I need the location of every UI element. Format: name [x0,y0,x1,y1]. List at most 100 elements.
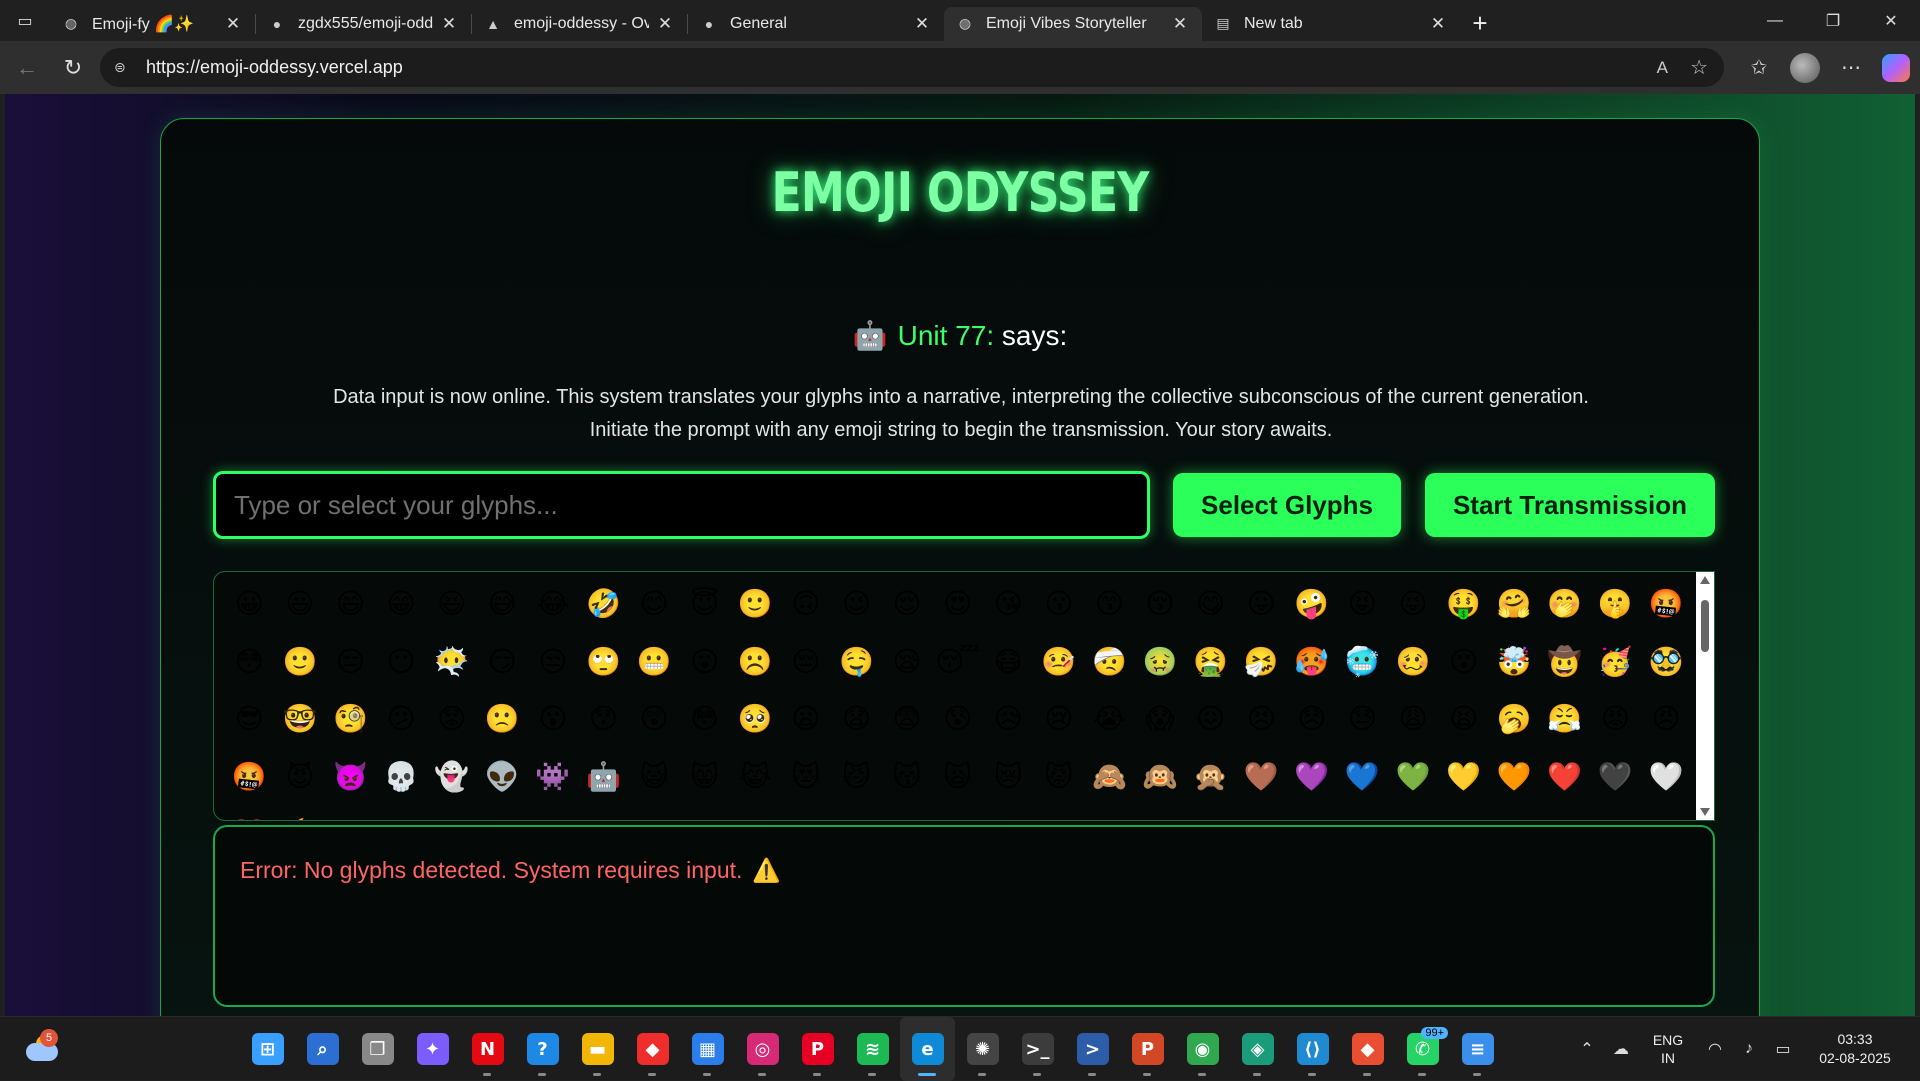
emoji-option[interactable]: 😽 [882,759,933,795]
spotify-icon[interactable]: ≋ [845,1017,900,1081]
address-bar[interactable]: ⊜ https://emoji-oddessy.vercel.app A ☆ [100,48,1724,87]
notepad-icon[interactable]: ≡ [1450,1017,1505,1081]
restore-icon[interactable]: ❐ [1804,0,1862,41]
edge-icon[interactable]: e [900,1017,955,1081]
new-tab-button[interactable]: + [1460,7,1500,41]
git-kraken-icon[interactable]: ◈ [1230,1017,1285,1081]
close-icon[interactable]: ✕ [439,14,459,34]
emoji-option[interactable]: 🤑 [1438,586,1489,622]
favorite-star-icon[interactable]: ☆ [1690,55,1708,80]
git-icon[interactable]: ◆ [1340,1017,1395,1081]
emoji-option[interactable]: 👾 [528,759,579,795]
emoji-option[interactable]: 😎 [224,701,275,737]
emoji-option[interactable]: 😁 [376,586,427,622]
emoji-option[interactable]: 🙂 [730,586,781,622]
emoji-option[interactable]: 🥺 [730,701,781,737]
file-explorer-icon[interactable]: ▬ [570,1017,625,1081]
emoji-option[interactable]: 😼 [831,759,882,795]
emoji-option[interactable]: 😃 [275,586,326,622]
tab-new-tab[interactable]: ▤ New tab ✕ [1202,7,1460,41]
emoji-option[interactable]: 😌 [882,586,933,622]
emoji-option[interactable]: 😕 [376,701,427,737]
task-view-icon[interactable]: ❐ [350,1017,405,1081]
emoji-option[interactable]: 😺 [629,759,680,795]
emoji-option[interactable]: 😘 [983,586,1034,622]
emoji-option[interactable]: 🥱 [1489,701,1540,737]
emoji-option[interactable]: 🤤 [831,644,882,680]
chrome-icon[interactable]: ◉ [1175,1017,1230,1081]
emoji-option[interactable]: 💀 [376,759,427,795]
emoji-option[interactable]: 😒 [528,644,579,680]
emoji-option[interactable]: 💛 [1438,759,1489,795]
start-menu-icon[interactable]: ⊞ [240,1017,295,1081]
emoji-option[interactable]: 🥸 [1641,644,1692,680]
scroll-up-icon[interactable] [1700,576,1710,584]
emoji-option[interactable]: 😀 [224,586,275,622]
emoji-option[interactable]: 😶 [376,644,427,680]
emoji-option[interactable]: 🤬 [224,759,275,795]
powershell-icon[interactable]: > [1065,1017,1120,1081]
emoji-option[interactable]: 😬 [629,644,680,680]
emoji-picker-scrollbar[interactable] [1696,572,1714,820]
powerpoint-icon[interactable]: P [1120,1017,1175,1081]
emoji-option[interactable]: 😵 [1438,644,1489,680]
vscode-icon[interactable]: ⟨⟩ [1285,1017,1340,1081]
whatsapp-icon[interactable]: ✆ 99+ [1395,1017,1450,1081]
emoji-option[interactable]: 💚 [1388,759,1439,795]
emoji-option[interactable]: 🥳 [1590,644,1641,680]
emoji-option[interactable]: 😲 [629,701,680,737]
emoji-option[interactable]: 💜 [1286,759,1337,795]
emoji-option[interactable]: 🤍 [1641,759,1692,795]
emoji-option[interactable]: 🥵 [1286,644,1337,680]
emoji-option[interactable]: 😟 [426,701,477,737]
emoji-option[interactable]: 🙃 [781,586,832,622]
emoji-option[interactable]: 😔 [781,644,832,680]
instagram-icon[interactable]: ◎ [735,1017,790,1081]
emoji-option[interactable]: 😆 [426,586,477,622]
emoji-option[interactable]: 😷 [983,644,1034,680]
help-icon[interactable]: ? [515,1017,570,1081]
emoji-option[interactable]: 😴 [932,644,983,680]
copilot-icon[interactable]: ✦ [405,1017,460,1081]
ms-store-icon[interactable]: ▦ [680,1017,735,1081]
emoji-option[interactable]: 🤓 [275,701,326,737]
emoji-option[interactable]: 😮 [679,644,730,680]
emoji-option[interactable]: 😍 [932,586,983,622]
emoji-option[interactable]: 😏 [477,644,528,680]
start-transmission-button[interactable]: Start Transmission [1425,473,1715,537]
emoji-option[interactable]: 🙀 [932,759,983,795]
emoji-option[interactable]: 🙈 [1084,759,1135,795]
emoji-option[interactable]: 😳 [679,701,730,737]
close-icon[interactable]: ✕ [655,14,675,34]
close-icon[interactable]: ✕ [1170,14,1190,34]
emoji-option[interactable]: 🤎 [1236,759,1287,795]
emoji-option[interactable]: 😠 [1641,701,1692,737]
emoji-option[interactable]: 🧐 [325,701,376,737]
emoji-option[interactable]: ☹️ [730,644,781,680]
emoji-option[interactable]: 🤣 [578,586,629,622]
emoji-option[interactable]: 🥶 [1337,644,1388,680]
emoji-option[interactable]: 😱 [1135,701,1186,737]
emoji-option[interactable]: 🙄 [578,644,629,680]
emoji-option[interactable]: 🙉 [1135,759,1186,795]
close-icon[interactable]: ✕ [223,14,243,34]
emoji-option[interactable]: 🤕 [1084,644,1135,680]
emoji-option[interactable]: 😄 [325,586,376,622]
emoji-option[interactable]: 😡 [1590,701,1641,737]
onedrive-icon[interactable]: ☁ [1604,1039,1638,1059]
emoji-option[interactable]: 😳 [224,644,275,680]
refresh-icon[interactable]: ↻ [50,48,96,88]
glyph-input[interactable] [213,471,1150,539]
emoji-option[interactable]: 😻 [781,759,832,795]
emoji-option[interactable]: 😓 [1337,701,1388,737]
close-icon[interactable]: ✕ [1428,14,1448,34]
copilot-icon[interactable] [1882,53,1910,82]
scroll-thumb[interactable] [1701,600,1709,652]
emoji-option[interactable]: 😚 [1135,586,1186,622]
emoji-option[interactable]: 💔 [224,816,275,820]
close-window-icon[interactable]: ✕ [1862,0,1920,41]
emoji-option[interactable]: 🤬 [1641,586,1692,622]
emoji-option[interactable]: 🤧 [1236,644,1287,680]
chatgpt-icon[interactable]: ✺ [955,1017,1010,1081]
emoji-option[interactable]: 😧 [831,701,882,737]
